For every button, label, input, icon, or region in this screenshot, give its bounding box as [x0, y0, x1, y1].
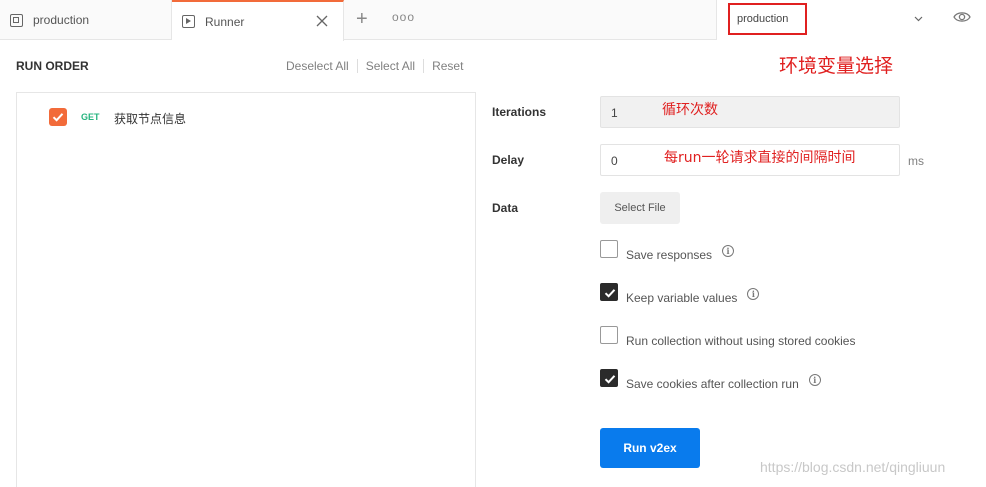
iterations-label: Iterations	[492, 105, 547, 119]
delay-unit: ms	[908, 154, 924, 168]
request-method-badge: GET	[81, 112, 100, 122]
run-order-heading: RUN ORDER	[16, 59, 89, 73]
environment-icon	[10, 13, 23, 27]
more-options-icon[interactable]: ooo	[392, 10, 415, 24]
info-icon[interactable]: i	[722, 245, 735, 257]
tab-runner[interactable]: Runner	[172, 0, 344, 41]
data-label: Data	[492, 201, 519, 215]
divider	[423, 59, 425, 73]
tab-production[interactable]: production	[0, 0, 172, 40]
checkmark-icon	[604, 289, 616, 298]
annotation-iterations: 循环次数	[662, 102, 718, 118]
option-label: Keep variable values	[626, 291, 738, 305]
option-label: Run collection without using stored cook…	[626, 334, 856, 348]
deselect-all-button[interactable]: Deselect All	[286, 59, 349, 73]
delay-label: Delay	[492, 153, 525, 167]
keep-variable-values-checkbox[interactable]	[600, 283, 618, 301]
run-order-actions: Deselect All Select All Reset	[286, 59, 463, 73]
run-without-cookies-checkbox[interactable]	[600, 326, 618, 344]
request-list-panel	[16, 92, 476, 487]
run-collection-button[interactable]: Run v2ex	[600, 428, 700, 468]
save-cookies-checkbox[interactable]	[600, 369, 618, 387]
option-label: Save cookies after collection run	[626, 377, 799, 391]
info-icon[interactable]: i	[747, 288, 760, 300]
option-keep-variable-values[interactable]: Keep variable values i	[600, 283, 760, 305]
new-tab-plus-icon[interactable]: +	[356, 9, 368, 29]
option-run-without-cookies[interactable]: Run collection without using stored cook…	[600, 326, 855, 348]
environment-select[interactable]: production	[728, 3, 807, 35]
close-icon[interactable]	[315, 14, 329, 28]
iterations-input[interactable]: 1	[600, 96, 900, 128]
tab-label: Runner	[205, 14, 245, 29]
option-save-cookies[interactable]: Save cookies after collection run i	[600, 369, 821, 391]
watermark: https://blog.csdn.net/qingliuun	[760, 459, 946, 475]
request-checkbox[interactable]	[49, 108, 67, 126]
info-icon[interactable]: i	[808, 374, 821, 386]
eye-icon[interactable]	[953, 10, 971, 24]
option-save-responses[interactable]: Save responses i	[600, 240, 735, 262]
annotation-environment: 环境变量选择	[779, 55, 894, 77]
tab-label: production	[33, 13, 90, 27]
select-all-button[interactable]: Select All	[366, 59, 415, 73]
chevron-down-icon[interactable]	[914, 14, 923, 23]
tab-bar: production Runner + ooo production	[0, 0, 986, 41]
divider	[356, 59, 358, 73]
option-label: Save responses	[626, 248, 713, 262]
reset-button[interactable]: Reset	[432, 59, 463, 73]
annotation-delay: 每run一轮请求直接的间隔时间	[664, 150, 856, 166]
runner-icon	[182, 15, 195, 28]
checkmark-icon	[604, 375, 616, 384]
checkmark-icon	[52, 113, 64, 122]
save-responses-checkbox[interactable]	[600, 240, 618, 258]
request-name: 获取节点信息	[114, 112, 187, 126]
select-file-button[interactable]: Select File	[600, 192, 680, 224]
